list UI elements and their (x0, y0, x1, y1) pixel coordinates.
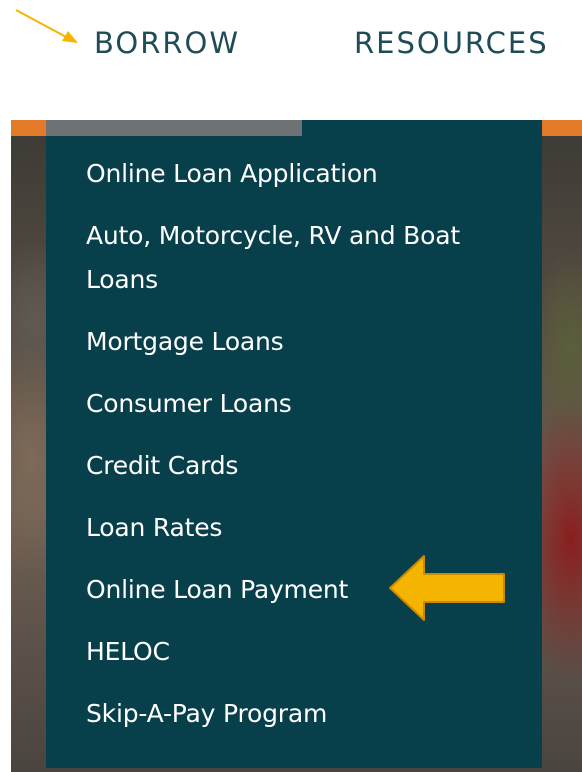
arrow-pointer-icon (15, 9, 78, 43)
menu-item-loan-rates[interactable]: Loan Rates (86, 506, 516, 550)
menu-item-mortgage-loans[interactable]: Mortgage Loans (86, 320, 516, 364)
menu-item-skip-a-pay-program[interactable]: Skip-A-Pay Program (86, 692, 516, 736)
menu-item-credit-cards[interactable]: Credit Cards (86, 444, 516, 488)
menu-item-heloc[interactable]: HELOC (86, 630, 516, 674)
nav-borrow[interactable]: BORROW (94, 26, 240, 60)
dropdown-menu-list: Online Loan Application Auto, Motorcycle… (86, 152, 516, 754)
arrow-left-callout-icon (389, 555, 505, 621)
borrow-dropdown-menu: Online Loan Application Auto, Motorcycle… (46, 120, 542, 768)
menu-item-online-loan-application[interactable]: Online Loan Application (86, 152, 516, 196)
dropdown-top-indicator (46, 120, 302, 136)
menu-item-auto-motorcycle-rv-boat-loans[interactable]: Auto, Motorcycle, RV and Boat Loans (86, 214, 516, 302)
nav-resources[interactable]: RESOURCES (354, 26, 549, 60)
page: BORROW RESOURCES Online Loan Application… (0, 0, 582, 772)
menu-item-consumer-loans[interactable]: Consumer Loans (86, 382, 516, 426)
